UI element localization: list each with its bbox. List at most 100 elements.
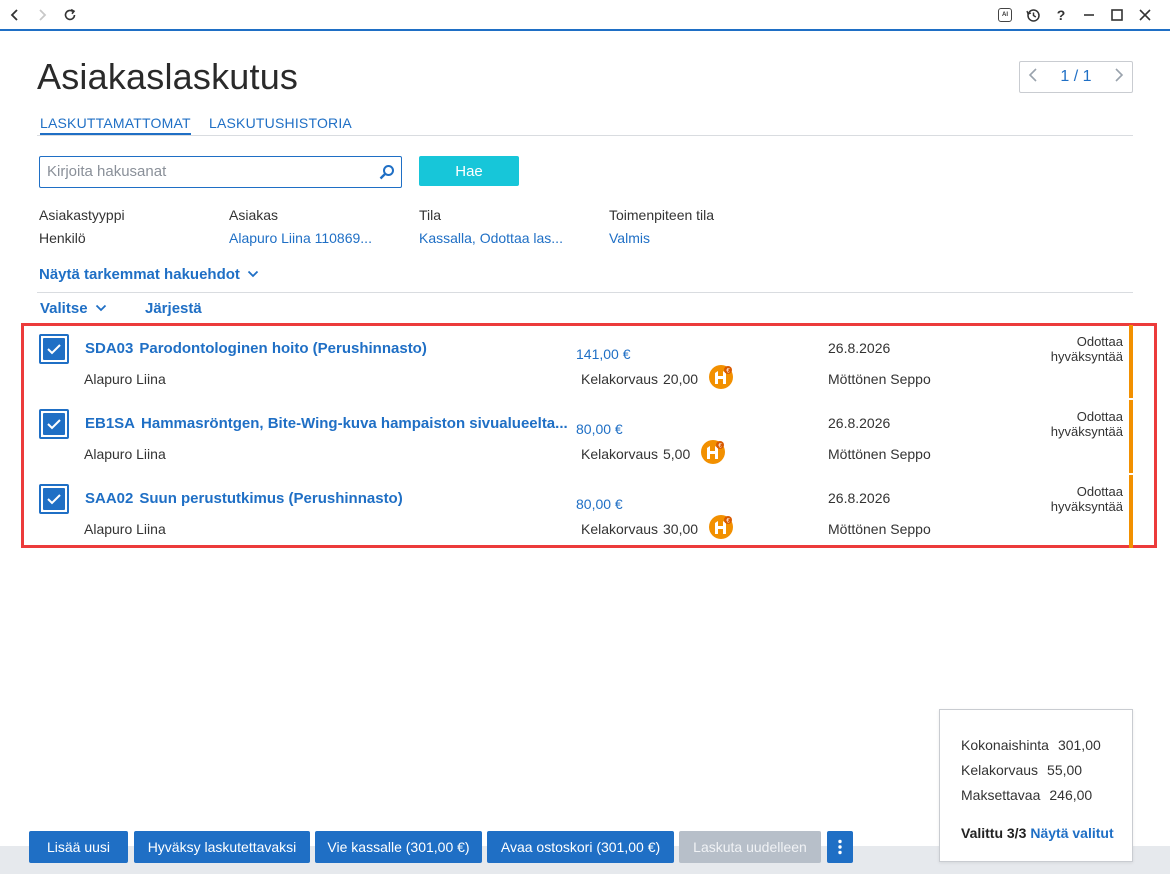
search-box <box>39 156 402 188</box>
checkmark-icon <box>43 338 65 360</box>
history-button[interactable] <box>1022 4 1044 26</box>
row-name: Parodontologinen hoito (Perushinnasto) <box>139 340 427 357</box>
filter-customer: Asiakas Alapuro Liina 110869... <box>229 207 372 246</box>
row-checkbox[interactable] <box>39 409 69 439</box>
search-input[interactable] <box>47 163 367 180</box>
row-date: 26.8.2026 <box>828 490 891 506</box>
row-kela-label: Kelakorvaus <box>581 371 659 387</box>
window-toolbar: AI ? <box>0 0 1170 31</box>
row-kela-value: 30,00 <box>663 521 699 537</box>
to-cashier-button[interactable]: Vie kassalle (301,00 €) <box>315 831 482 863</box>
row-checkbox[interactable] <box>39 484 69 514</box>
filter-label: Asiakas <box>229 207 279 223</box>
more-filters-link[interactable]: Näytä tarkemmat hakuehdot <box>39 266 259 283</box>
show-selected-link[interactable]: Näytä valitut <box>1030 825 1113 841</box>
help-icon: ? <box>1056 7 1066 23</box>
status-indicator-bar <box>1129 400 1133 473</box>
row-code: EB1SA <box>85 415 136 432</box>
filter-state: Tila Kassalla, Odottaa las... <box>419 207 563 246</box>
ai-icon: AI <box>998 8 1012 22</box>
chevron-right-icon <box>1115 67 1124 82</box>
maximize-icon <box>1111 9 1123 21</box>
status-badge: Odottaa hyväksyntää <box>1050 484 1123 514</box>
list-item[interactable]: EB1SA Hammasröntgen, Bite-Wing-kuva hampa… <box>37 400 1133 475</box>
tab-laskutushistoria[interactable]: LASKUTUSHISTORIA <box>209 115 352 131</box>
row-title-link[interactable]: SAA02 Suun perustutkimus (Perushinnasto) <box>85 490 575 507</box>
checkmark-icon <box>43 488 65 510</box>
summary-total: Kokonaishinta 301,00 <box>961 737 1101 753</box>
kela-badge-icon: € <box>709 365 733 389</box>
row-checkbox[interactable] <box>39 334 69 364</box>
filter-label: Asiakastyyppi <box>39 207 125 223</box>
row-person: Möttönen Seppo <box>828 371 931 387</box>
search-icon[interactable] <box>379 164 395 180</box>
summary-panel: Kokonaishinta 301,00 Kelakorvaus 55,00 Mak… <box>939 709 1133 862</box>
chevron-down-icon <box>95 304 106 312</box>
row-code: SDA03 <box>85 340 134 357</box>
status-indicator-bar <box>1129 325 1133 398</box>
chevron-left-icon <box>1028 67 1037 82</box>
more-actions-button[interactable] <box>827 831 853 863</box>
maximize-button[interactable] <box>1106 4 1128 26</box>
row-kela-label: Kelakorvaus <box>581 446 659 462</box>
page-title: Asiakaslaskutus <box>37 56 299 97</box>
row-price: 80,00 € <box>576 496 623 512</box>
row-kela-value: 5,00 <box>663 446 691 462</box>
filter-state-link[interactable]: Kassalla, Odottaa las... <box>419 230 563 246</box>
tab-laskuttamattomat[interactable]: LASKUTTAMATTOMAT <box>40 115 191 135</box>
search-button[interactable]: Hae <box>419 156 519 186</box>
chevron-down-icon <box>247 270 259 278</box>
filter-customer-type: Asiakastyyppi Henkilö <box>39 207 125 246</box>
back-button[interactable] <box>4 4 26 26</box>
reload-icon <box>64 8 76 21</box>
row-customer: Alapuro Liina <box>84 446 166 462</box>
approve-button[interactable]: Hyväksy laskutettavaksi <box>134 831 310 863</box>
minimize-button[interactable] <box>1078 4 1100 26</box>
row-customer: Alapuro Liina <box>84 371 166 387</box>
summary-kela: Kelakorvaus 55,00 <box>961 762 1083 778</box>
reinvoice-button[interactable]: Laskuta uudelleen <box>679 831 821 863</box>
row-kela-label: Kelakorvaus <box>581 521 659 537</box>
summary-payable: Maksettavaa 246,00 <box>961 787 1093 803</box>
row-price: 80,00 € <box>576 421 623 437</box>
open-cart-button[interactable]: Avaa ostoskori (301,00 €) <box>487 831 674 863</box>
reload-button[interactable] <box>59 4 81 26</box>
select-menu-button[interactable]: Valitse <box>40 300 107 317</box>
row-price: 141,00 € <box>576 346 631 362</box>
filter-customer-link[interactable]: Alapuro Liina 110869... <box>229 230 372 246</box>
filter-procedure-state: Toimenpiteen tila Valmis <box>609 207 714 246</box>
row-person: Möttönen Seppo <box>828 521 931 537</box>
selected-count: Valittu 3/3 Näytä valitut <box>961 825 1114 841</box>
status-badge: Odottaa hyväksyntää <box>1050 334 1123 364</box>
list-item[interactable]: SAA02 Suun perustutkimus (Perushinnasto) … <box>37 475 1133 550</box>
help-button[interactable]: ? <box>1050 4 1072 26</box>
filter-value: Henkilö <box>39 230 86 246</box>
row-date: 26.8.2026 <box>828 340 891 356</box>
row-title-link[interactable]: SDA03 Parodontologinen hoito (Perushinnas… <box>85 340 575 357</box>
row-kela-value: 20,00 <box>663 371 699 387</box>
kebab-menu-icon <box>838 839 842 855</box>
pager-next-button[interactable] <box>1114 67 1124 88</box>
filter-procedure-state-link[interactable]: Valmis <box>609 230 714 246</box>
close-icon <box>1139 9 1151 21</box>
filter-label: Toimenpiteen tila <box>609 207 715 223</box>
add-new-button[interactable]: Lisää uusi <box>29 831 128 863</box>
row-name: Suun perustutkimus (Perushinnasto) <box>139 490 403 507</box>
chevron-right-icon <box>39 9 47 21</box>
row-code: SAA02 <box>85 490 134 507</box>
ai-button[interactable]: AI <box>994 4 1016 26</box>
tab-bar: LASKUTTAMATTOMAT LASKUTUSHISTORIA <box>37 113 1133 136</box>
pager-prev-button[interactable] <box>1028 67 1038 88</box>
sort-button[interactable]: Järjestä <box>145 300 202 317</box>
row-title-link[interactable]: EB1SA Hammasröntgen, Bite-Wing-kuva hampa… <box>85 415 575 432</box>
row-customer: Alapuro Liina <box>84 521 166 537</box>
status-badge: Odottaa hyväksyntää <box>1050 409 1123 439</box>
divider <box>37 292 1133 293</box>
filter-label: Tila <box>419 207 442 223</box>
chevron-left-icon <box>10 9 18 21</box>
row-date: 26.8.2026 <box>828 415 891 431</box>
forward-button[interactable] <box>31 4 53 26</box>
close-button[interactable] <box>1134 4 1156 26</box>
list-item[interactable]: SDA03 Parodontologinen hoito (Perushinnas… <box>37 325 1133 400</box>
kela-badge-icon: € <box>709 515 733 539</box>
